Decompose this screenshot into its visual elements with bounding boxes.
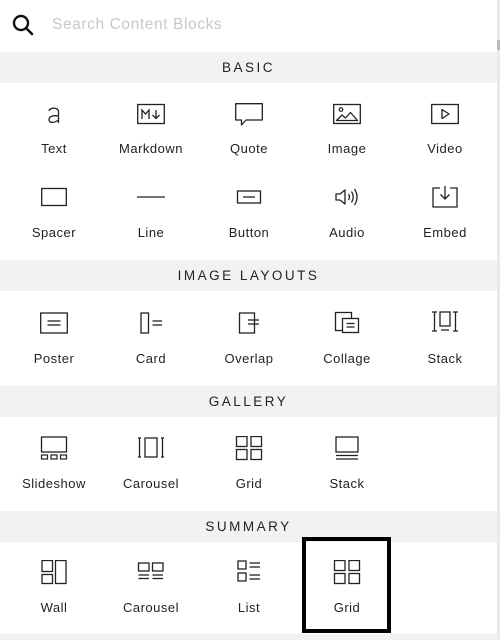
spacer-icon	[41, 187, 67, 207]
block-button[interactable]: Button	[200, 185, 298, 251]
block-text[interactable]: Text	[5, 101, 103, 167]
block-gallery-stack[interactable]: Stack	[298, 436, 396, 502]
block-video[interactable]: Video	[396, 101, 494, 167]
search-icon	[12, 14, 34, 36]
block-quote[interactable]: Quote	[200, 101, 298, 167]
markdown-icon	[137, 103, 165, 125]
block-label: Button	[228, 225, 270, 240]
overlap-icon	[238, 312, 259, 334]
block-summary-carousel[interactable]: Carousel	[102, 560, 200, 626]
audio-icon	[335, 188, 358, 206]
block-label: Image	[327, 141, 367, 156]
block-label: Collage	[323, 351, 371, 366]
line-icon	[137, 196, 165, 198]
block-grid[interactable]: Grid	[200, 436, 298, 502]
block-label: List	[237, 600, 261, 615]
block-label: Slideshow	[22, 476, 86, 491]
block-summary-grid[interactable]: Grid	[298, 560, 396, 626]
block-overlap[interactable]: Overlap	[200, 311, 298, 377]
block-stack[interactable]: Stack	[396, 311, 494, 377]
block-label: Video	[427, 141, 463, 156]
block-embed[interactable]: Embed	[396, 185, 494, 251]
block-markdown[interactable]: Markdown	[102, 101, 200, 167]
block-label: Poster	[33, 351, 75, 366]
embed-icon	[432, 186, 458, 208]
summary-carousel-icon	[137, 562, 164, 580]
block-label: Embed	[423, 225, 467, 240]
block-label: Grid	[235, 476, 263, 491]
wall-icon	[41, 560, 67, 585]
block-label: Audio	[329, 225, 365, 240]
text-icon	[48, 107, 60, 124]
carousel-icon	[138, 437, 164, 458]
section-header-basic: BASIC	[0, 52, 497, 83]
quote-icon	[235, 103, 263, 126]
section-header-image-layouts: IMAGE LAYOUTS	[0, 260, 497, 291]
block-label: Carousel	[122, 476, 180, 491]
block-label: Stack	[427, 351, 463, 366]
block-collage[interactable]: Collage	[298, 311, 396, 377]
block-wall[interactable]: Wall	[5, 560, 103, 626]
block-line[interactable]: Line	[102, 185, 200, 251]
block-label: Wall	[40, 600, 68, 615]
block-image[interactable]: Image	[298, 101, 396, 167]
section-header-gallery: GALLERY	[0, 386, 497, 417]
block-label: Spacer	[31, 225, 77, 240]
block-label: Card	[135, 351, 167, 366]
section-header-summary: SUMMARY	[0, 511, 497, 542]
collage-icon	[334, 311, 360, 334]
block-list[interactable]: List	[200, 560, 298, 626]
bottom-divider	[0, 634, 497, 640]
block-slideshow[interactable]: Slideshow	[5, 436, 103, 502]
block-poster[interactable]: Poster	[5, 311, 103, 377]
block-label: Stack	[329, 476, 365, 491]
content-blocks-panel: BASIC Text Markdown Quote Image	[0, 0, 497, 640]
search-input[interactable]	[52, 12, 472, 38]
block-card[interactable]: Card	[102, 311, 200, 377]
poster-icon	[40, 312, 68, 334]
list-icon	[237, 560, 260, 582]
button-icon	[236, 190, 262, 204]
block-label: Overlap	[224, 351, 274, 366]
card-icon	[140, 312, 162, 334]
slideshow-icon	[40, 436, 68, 460]
stack-icon	[432, 311, 458, 332]
video-icon	[431, 103, 459, 125]
block-label: Grid	[333, 600, 361, 615]
block-spacer[interactable]: Spacer	[5, 185, 103, 251]
block-label: Quote	[230, 141, 268, 156]
block-label: Line	[137, 225, 165, 240]
gallery-stack-icon	[335, 436, 359, 460]
summary-grid-icon	[333, 560, 361, 585]
block-audio[interactable]: Audio	[298, 185, 396, 251]
block-label: Carousel	[122, 600, 180, 615]
grid-icon	[235, 436, 263, 461]
block-carousel[interactable]: Carousel	[102, 436, 200, 502]
block-label: Text	[41, 141, 67, 156]
search-bar	[0, 0, 497, 50]
image-icon	[333, 103, 361, 125]
block-label: Markdown	[119, 141, 183, 156]
